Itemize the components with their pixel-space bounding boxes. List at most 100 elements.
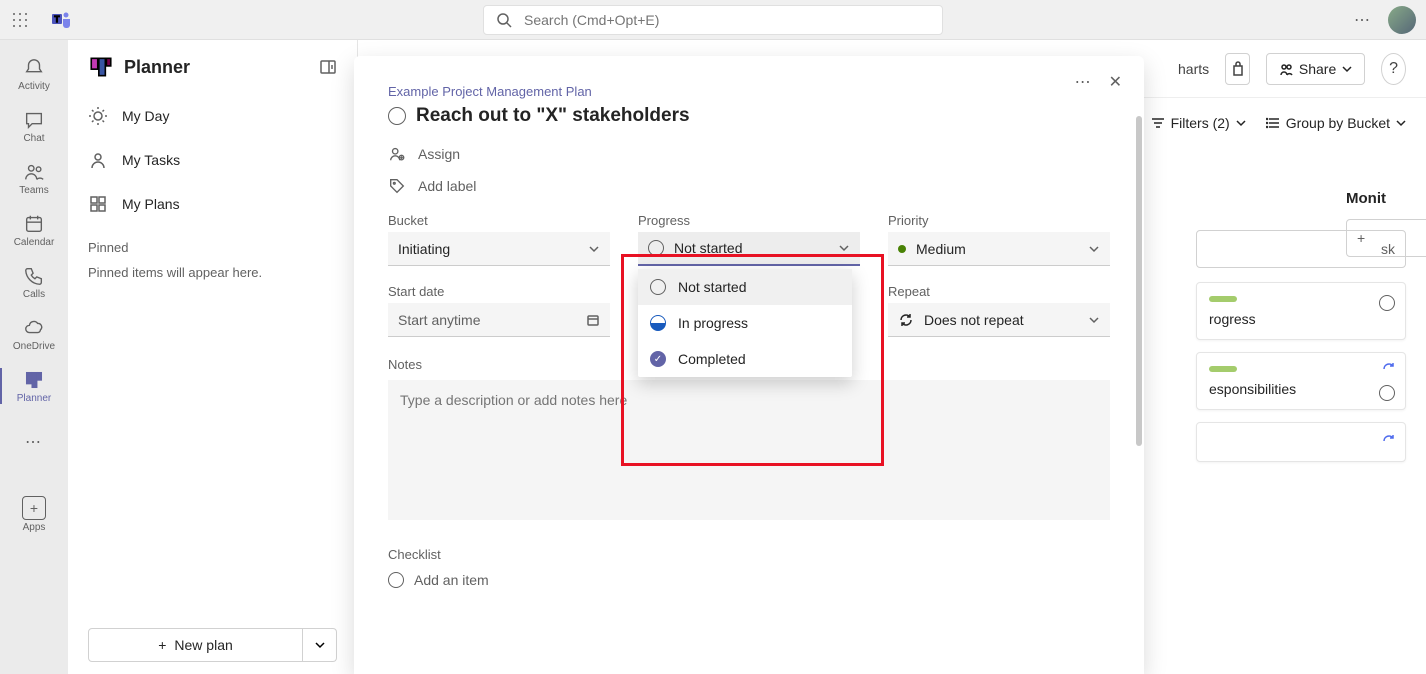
sidebar-myday[interactable]: My Day	[68, 94, 357, 138]
expand-pane-icon[interactable]	[319, 58, 337, 76]
complete-circle-icon[interactable]	[388, 107, 406, 125]
breadcrumb[interactable]: Example Project Management Plan	[388, 84, 1110, 99]
assign-row[interactable]: Assign	[388, 145, 1110, 163]
rail-teams[interactable]: Teams	[0, 152, 68, 204]
calendar-icon	[586, 313, 600, 327]
startdate-field[interactable]: Start anytime	[388, 303, 610, 337]
sidebar-label: My Plans	[122, 196, 180, 212]
addlabel-row[interactable]: Add label	[388, 177, 1110, 195]
bucket-dropdown[interactable]: Initiating	[388, 232, 610, 266]
option-label: In progress	[678, 315, 748, 331]
progress-label: Progress	[638, 213, 860, 228]
priority-value: Medium	[916, 241, 966, 257]
filters-label: Filters (2)	[1171, 115, 1230, 131]
scrollbar[interactable]	[1136, 116, 1142, 666]
priority-label: Priority	[888, 213, 1110, 228]
new-plan-button[interactable]: + New plan	[88, 628, 303, 662]
rail-label: Activity	[18, 81, 50, 92]
repeat-label: Repeat	[888, 284, 1110, 299]
complete-circle-icon[interactable]	[1379, 295, 1395, 311]
chevron-down-icon	[588, 243, 600, 255]
add-task-input[interactable]: sk	[1196, 230, 1406, 268]
rail-calls[interactable]: Calls	[0, 256, 68, 308]
priority-dot-icon	[898, 245, 906, 253]
addlabel-label: Add label	[418, 178, 476, 194]
progress-option-notstarted[interactable]: Not started	[638, 269, 852, 305]
svg-text:T: T	[55, 15, 60, 24]
more-icon: ⋯	[25, 432, 43, 452]
app-launcher-icon[interactable]	[0, 12, 40, 28]
chevron-down-icon	[1236, 118, 1246, 128]
bucket-value: Initiating	[398, 241, 450, 257]
repeat-dropdown[interactable]: Does not repeat	[888, 303, 1110, 337]
notstarted-icon	[650, 279, 666, 295]
startdate-label: Start date	[388, 284, 610, 299]
chevron-down-icon	[314, 639, 326, 651]
close-icon[interactable]: ✕	[1109, 72, 1122, 92]
rail-label: Apps	[23, 522, 46, 533]
apps-icon: +	[22, 496, 46, 520]
sidebar-title: Planner	[124, 57, 309, 78]
more-icon[interactable]: ⋯	[1354, 10, 1372, 30]
app-rail: Activity Chat Teams Calendar Calls OneDr…	[0, 40, 68, 674]
card-title: esponsibilities	[1209, 381, 1393, 397]
rail-label: Planner	[17, 393, 51, 404]
assign-label: Assign	[418, 146, 460, 162]
chevron-down-icon	[1088, 314, 1100, 326]
sidebar-myplans[interactable]: My Plans	[68, 182, 357, 226]
repeat-value: Does not repeat	[924, 312, 1024, 328]
completed-icon: ✓	[650, 351, 666, 367]
help-icon[interactable]: ?	[1381, 53, 1406, 85]
new-plan-chevron[interactable]	[303, 628, 337, 662]
progress-value: Not started	[674, 240, 742, 256]
complete-circle-icon[interactable]	[1379, 385, 1395, 401]
rail-more[interactable]: ⋯	[0, 416, 68, 468]
task-card[interactable]: esponsibilities	[1196, 352, 1406, 410]
task-card[interactable]	[1196, 422, 1406, 462]
checklist-add-row[interactable]: Add an item	[388, 572, 1110, 588]
plus-icon: +	[158, 637, 166, 653]
rail-label: Teams	[19, 185, 48, 196]
sidebar-mytasks[interactable]: My Tasks	[68, 138, 357, 182]
priority-dropdown[interactable]: Medium	[888, 232, 1110, 266]
rail-activity[interactable]: Activity	[0, 48, 68, 100]
rail-planner[interactable]: Planner	[0, 360, 68, 412]
rail-label: OneDrive	[13, 341, 55, 352]
repeat-icon	[898, 312, 914, 328]
option-label: Completed	[678, 351, 746, 367]
sidebar-pinned-header: Pinned	[68, 226, 357, 261]
rail-calendar[interactable]: Calendar	[0, 204, 68, 256]
share-label: Share	[1299, 61, 1336, 77]
checklist-add-label: Add an item	[414, 572, 489, 588]
notes-textarea[interactable]	[388, 380, 1110, 520]
store-icon[interactable]	[1225, 53, 1250, 85]
search-box[interactable]	[483, 5, 943, 35]
groupby-button[interactable]: Group by Bucket	[1266, 115, 1406, 131]
bucket-header: Monit	[1346, 190, 1426, 219]
planner-icon	[88, 54, 114, 80]
chevron-down-icon	[1088, 243, 1100, 255]
planner-sidebar: Planner My Day My Tasks My Plans Pinned …	[68, 40, 358, 674]
rail-chat[interactable]: Chat	[0, 100, 68, 152]
rail-apps[interactable]: + Apps	[0, 488, 68, 540]
filters-button[interactable]: Filters (2)	[1151, 115, 1246, 131]
repeat-icon	[1381, 433, 1397, 449]
sidebar-label: My Day	[122, 108, 169, 124]
progress-dropdown[interactable]: Not started	[638, 232, 860, 266]
tab-charts[interactable]: harts	[1178, 61, 1209, 77]
task-card[interactable]: rogress	[1196, 282, 1406, 340]
progress-option-completed[interactable]: ✓ Completed	[638, 341, 852, 377]
search-input[interactable]	[524, 12, 930, 28]
share-button[interactable]: Share	[1266, 53, 1365, 85]
user-avatar[interactable]	[1388, 6, 1416, 34]
startdate-value: Start anytime	[398, 312, 480, 328]
add-task-label: sk	[1381, 241, 1395, 257]
groupby-label: Group by Bucket	[1286, 115, 1390, 131]
repeat-icon	[1381, 361, 1397, 377]
more-icon[interactable]: ⋯	[1075, 72, 1091, 92]
rail-onedrive[interactable]: OneDrive	[0, 308, 68, 360]
progress-option-inprogress[interactable]: In progress	[638, 305, 852, 341]
people-icon	[1279, 62, 1293, 76]
task-title[interactable]: Reach out to "X" stakeholders	[416, 105, 690, 127]
card-title: rogress	[1209, 311, 1393, 327]
